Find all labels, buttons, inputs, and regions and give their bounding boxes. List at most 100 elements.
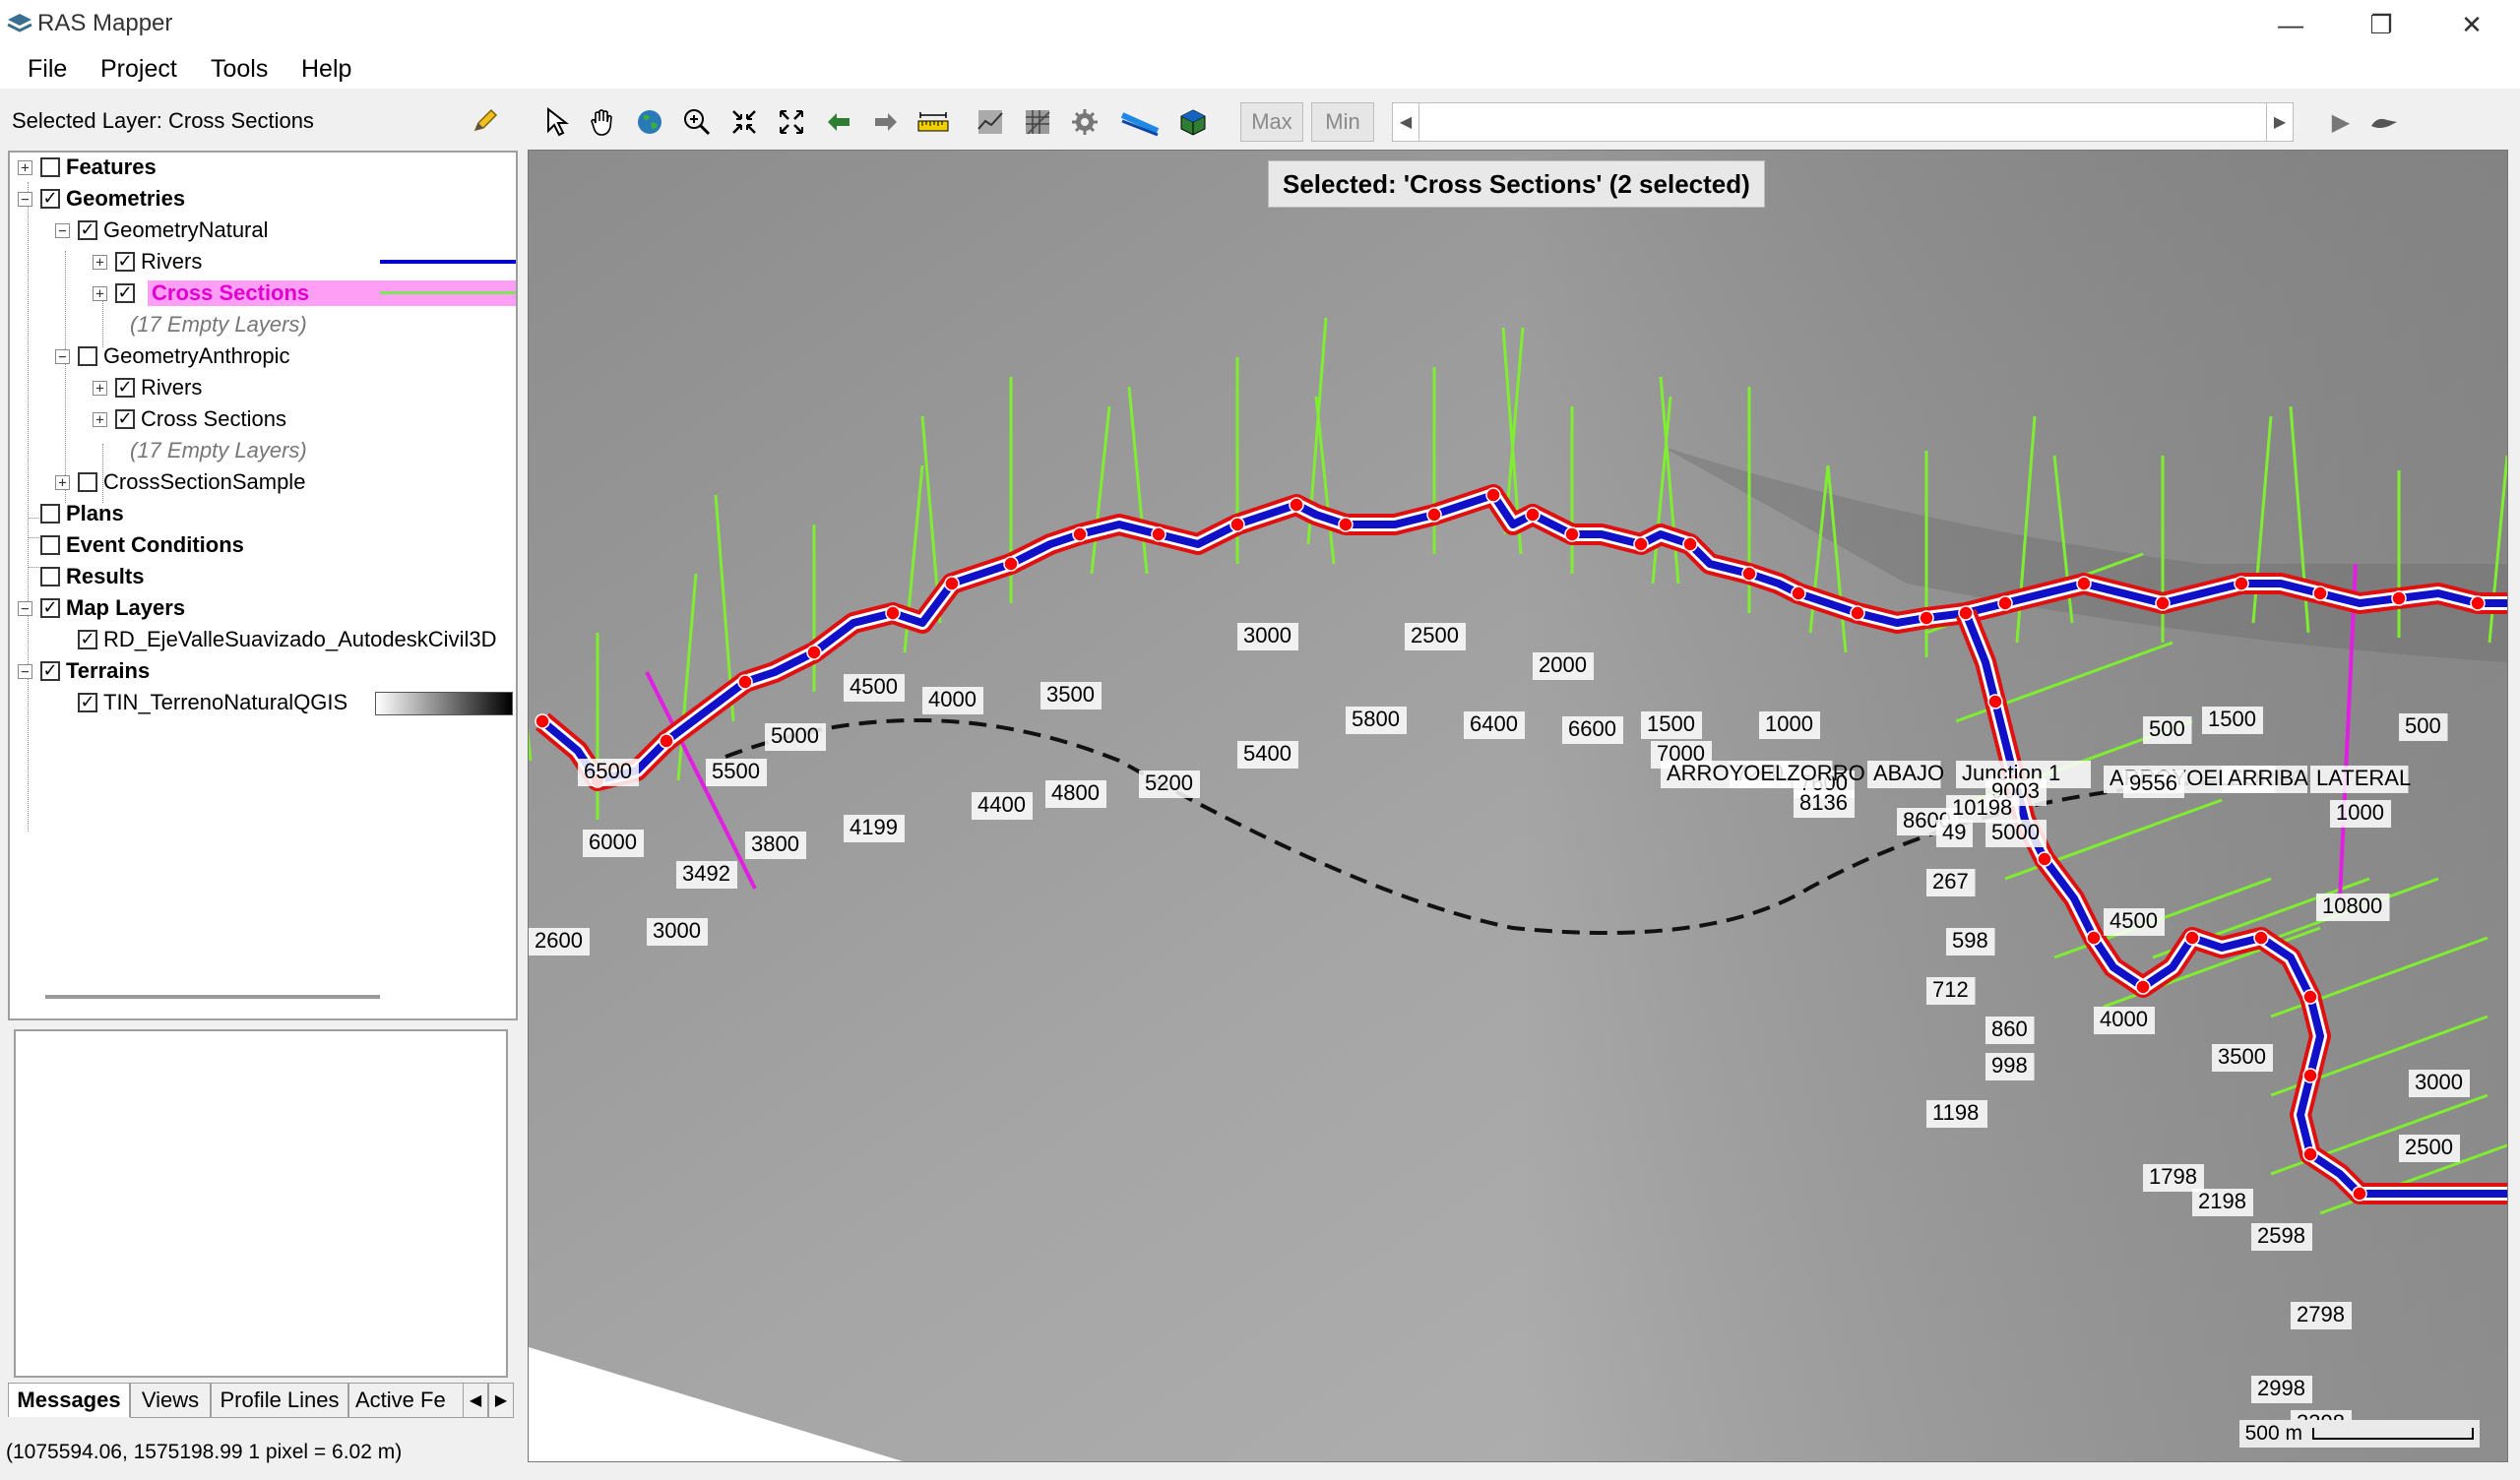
checkbox[interactable]: ✓ [78,220,97,240]
back-arrow-icon[interactable] [819,102,858,142]
checkbox[interactable] [78,346,97,366]
station-label: 5200 [1145,771,1193,795]
expand-plus-icon[interactable]: + [93,411,107,427]
tree-node-results[interactable]: Results [40,562,144,591]
collapse-minus-icon[interactable]: − [18,663,32,679]
menu-help[interactable]: Help [301,55,351,84]
expand-plus-icon[interactable]: + [55,474,70,490]
coordinate-readout: (1075594.06, 1575198.99 1 pixel = 6.02 m… [6,1441,403,1463]
tab-views[interactable]: Views [130,1383,211,1418]
checkbox[interactable]: ✓ [78,630,97,649]
xs-node [1003,556,1019,572]
zoom-out-arrows-icon[interactable] [724,102,764,142]
cross-sections-legend-swatch [380,291,516,294]
collapse-minus-icon[interactable]: − [55,222,70,238]
expand-plus-icon[interactable]: + [93,285,107,301]
checkbox[interactable] [40,567,60,586]
xs-node [1997,595,2013,611]
play-icon[interactable]: ▶ [2321,102,2361,142]
bottom-tab-bar: Messages Views Profile Lines Active Fe ◀… [8,1383,520,1418]
map-canvas[interactable]: 6500 6000 5500 5000 4500 4000 3500 3000 2500 2000… [529,151,2507,1461]
xs-node [2155,595,2171,611]
animation-speed-icon[interactable] [2364,102,2404,142]
checkbox[interactable]: ✓ [40,189,60,209]
tab-profile-lines[interactable]: Profile Lines [211,1383,348,1418]
tree-node-map-layer-eje-valle[interactable]: ✓ RD_EjeValleSuavizado_AutodeskCivil3D [78,625,511,654]
water-flow-icon[interactable] [1120,102,1160,142]
tree-node-rivers-anthropic[interactable]: + ✓ Rivers [93,373,202,402]
station-label: ARROYOELZORRO [1667,761,1865,785]
menu-file[interactable]: File [28,55,67,84]
maximize-button[interactable]: ❐ [2347,0,2416,49]
checkbox[interactable]: ✓ [78,693,97,712]
tree-node-geometry-anthropic[interactable]: − GeometryAnthropic [55,341,290,371]
tree-horizontal-scrollbar[interactable] [45,995,380,999]
checkbox[interactable]: ✓ [115,409,135,429]
checkbox[interactable] [40,157,60,177]
checkbox[interactable]: ✓ [115,283,135,303]
xs-node [2037,851,2052,867]
tree-node-terrain-tin[interactable]: ✓ TIN_TerrenoNaturalQGIS [78,688,513,717]
close-button[interactable]: ✕ [2437,0,2506,49]
checkbox[interactable] [40,504,60,524]
tab-messages[interactable]: Messages [8,1383,130,1417]
3d-cube-icon[interactable] [1173,102,1213,142]
tab-scroll-left-icon[interactable]: ◀ [463,1383,488,1418]
tree-node-cross-sections-selected[interactable]: + ✓ Cross Sections [93,278,516,308]
collapse-minus-icon[interactable]: − [18,600,32,616]
zoom-in-icon[interactable] [677,102,717,142]
edit-pencil-icon[interactable] [471,106,500,142]
map-view[interactable]: 6500 6000 5500 5000 4500 4000 3500 3000 2500 2000… [528,150,2508,1462]
tree-node-terrains[interactable]: − ✓ Terrains [18,656,150,686]
checkbox[interactable] [78,472,97,492]
checkbox[interactable]: ✓ [115,252,135,272]
min-button[interactable]: Min [1311,102,1374,142]
collapse-minus-icon[interactable]: − [55,348,70,364]
station-label: 4800 [1051,780,1100,805]
profile-plot-icon[interactable] [971,102,1010,142]
checkbox[interactable]: ✓ [40,598,60,618]
menu-tools[interactable]: Tools [211,55,268,84]
xs-node [2312,586,2328,601]
grid-layer-icon[interactable] [1018,102,1057,142]
pan-hand-icon[interactable] [583,102,622,142]
app-icon [6,12,33,41]
checkbox[interactable]: ✓ [115,378,135,398]
tree-node-rivers[interactable]: + ✓ Rivers [93,247,516,277]
tree-node-geometries[interactable]: − ✓ Geometries [18,184,185,214]
xs-node [1426,507,1442,523]
tree-node-plans[interactable]: Plans [40,499,124,528]
tree-node-geometry-natural[interactable]: − ✓ GeometryNatural [55,216,269,245]
settings-gear-icon[interactable] [1065,102,1104,142]
checkbox[interactable] [40,535,60,555]
time-scroll-slider[interactable]: ◀ ▶ [1392,102,2294,142]
forward-arrow-icon[interactable] [866,102,906,142]
tree-node-cross-section-sample[interactable]: + CrossSectionSample [55,467,305,497]
minimize-button[interactable]: — [2256,0,2325,49]
tree-node-cross-sections-anthropic[interactable]: + ✓ Cross Sections [93,404,286,434]
measure-ruler-icon[interactable] [914,102,953,142]
xs-node [659,733,674,749]
tab-scroll-right-icon[interactable]: ▶ [488,1383,514,1418]
full-extent-icon[interactable] [772,102,811,142]
tree-node-features[interactable]: + Features [18,153,157,182]
max-button[interactable]: Max [1240,102,1303,142]
tree-node-event-conditions[interactable]: Event Conditions [40,530,244,560]
expand-plus-icon[interactable]: + [93,254,107,270]
tab-active-features[interactable]: Active Fe [348,1383,472,1418]
station-label: 4000 [928,687,976,711]
select-pointer-icon[interactable] [537,102,577,142]
checkbox[interactable]: ✓ [40,661,60,681]
scroll-right-icon[interactable]: ▶ [2266,103,2293,141]
selection-banner: Selected: 'Cross Sections' (2 selected) [1268,160,1765,208]
expand-plus-icon[interactable]: + [18,159,32,175]
tree-node-map-layers[interactable]: − ✓ Map Layers [18,593,185,623]
status-bar: (1075594.06, 1575198.99 1 pixel = 6.02 m… [0,1433,522,1476]
station-label: 2598 [2257,1223,2305,1248]
menu-project[interactable]: Project [100,55,177,84]
collapse-minus-icon[interactable]: − [18,191,32,207]
globe-icon[interactable] [630,102,669,142]
xs-node [806,645,822,660]
expand-plus-icon[interactable]: + [93,380,107,396]
scroll-left-icon[interactable]: ◀ [1393,103,1419,141]
